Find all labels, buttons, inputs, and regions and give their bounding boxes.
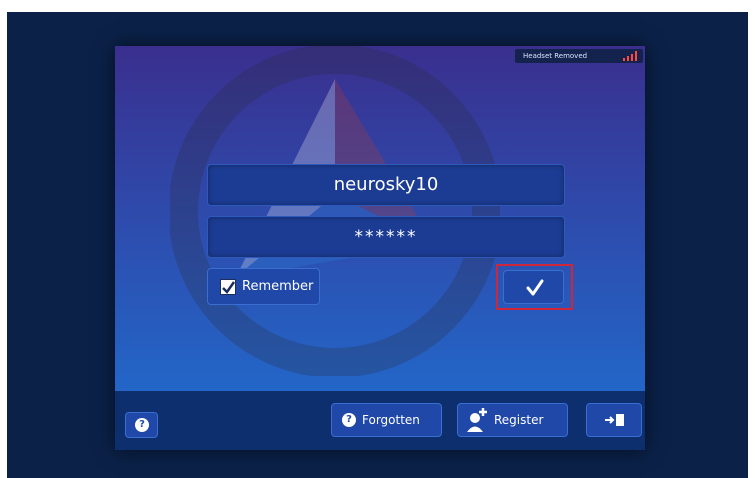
forgotten-button[interactable]: ? Forgotten <box>331 403 442 437</box>
logo-watermark <box>170 46 500 376</box>
footer-bar: ? ? Forgotten Register <box>115 391 645 450</box>
add-user-icon <box>467 408 487 432</box>
remember-label: Remember <box>242 279 314 294</box>
submit-button[interactable] <box>503 270 564 304</box>
register-button[interactable]: Register <box>457 403 568 437</box>
signal-bars-icon <box>623 51 637 61</box>
exit-door-icon <box>605 414 624 426</box>
headset-status-label: Headset Removed <box>523 52 588 60</box>
forgotten-label: Forgotten <box>362 413 420 427</box>
app-screen: Headset Removed neurosky10 ****** Rememb… <box>7 12 748 478</box>
checkmark-icon <box>526 279 544 296</box>
headset-status: Headset Removed <box>515 49 643 63</box>
password-input[interactable]: ****** <box>207 216 565 258</box>
register-label: Register <box>494 413 544 427</box>
login-panel: Headset Removed neurosky10 ****** Rememb… <box>115 46 645 450</box>
question-mark-icon: ? <box>135 418 149 432</box>
remember-checkbox-button[interactable]: Remember <box>207 268 320 305</box>
checkbox-icon[interactable] <box>220 279 236 295</box>
exit-button[interactable] <box>586 403 642 437</box>
username-input[interactable]: neurosky10 <box>207 164 565 206</box>
question-mark-icon: ? <box>342 413 356 427</box>
help-button[interactable]: ? <box>125 412 158 438</box>
checkmark-icon <box>222 281 236 294</box>
